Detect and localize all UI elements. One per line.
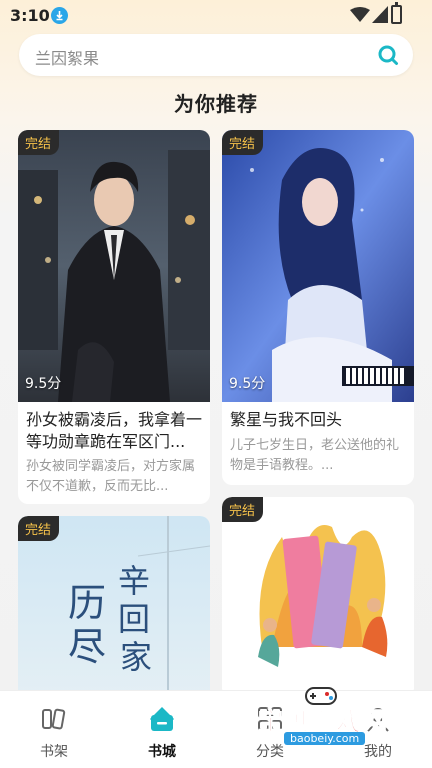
search-icon[interactable] bbox=[377, 44, 399, 66]
book-description: 儿子七岁生日，老公送他的礼物是手语教程。... bbox=[230, 438, 400, 473]
nav-item-bookstore[interactable]: 书城 bbox=[108, 691, 216, 768]
search-input[interactable]: 兰因絮果 bbox=[35, 45, 99, 69]
watermark-url: baobeiy.com bbox=[284, 732, 366, 745]
nav-label[interactable]: 书城 bbox=[108, 741, 216, 761]
book-cover[interactable]: 完结 9.5分 bbox=[222, 130, 414, 402]
status-time: 3:10 bbox=[10, 6, 50, 25]
bookstore-icon[interactable] bbox=[148, 705, 176, 733]
status-badge: 完结 bbox=[222, 130, 264, 155]
book-card[interactable]: 完结 9.5分 繁星与我不回头 儿子七岁生日，老公送他的礼物是手语教程。... bbox=[222, 130, 414, 485]
nav-item-bookshelf[interactable]: 书架 bbox=[0, 691, 108, 768]
search-bar[interactable]: 兰因絮果 bbox=[19, 34, 413, 76]
signal-icon bbox=[372, 6, 388, 23]
watermark: 宝贝游戏网 baobeiy.com bbox=[257, 684, 408, 754]
battery-icon bbox=[391, 2, 402, 24]
book-score: 9.5分 bbox=[229, 376, 266, 392]
bookshelf-icon[interactable] bbox=[40, 705, 68, 733]
book-description: 孙女被同学霸凌后，对方家属不仅不道歉，反而无比... bbox=[26, 459, 196, 494]
book-cover[interactable]: 完结 bbox=[222, 497, 414, 697]
book-cover[interactable]: 完结 9.5分 bbox=[18, 130, 210, 402]
book-score: 9.5分 bbox=[25, 376, 62, 392]
cover-title-char: 家 bbox=[120, 638, 153, 676]
book-title[interactable]: 孙女被霸凌后，我拿着一等功勋章跪在军区门... bbox=[26, 409, 204, 453]
status-badge: 完结 bbox=[18, 130, 60, 155]
book-cover[interactable]: 历 尽 辛 回 家 完结 bbox=[18, 516, 210, 716]
book-title[interactable]: 繁星与我不回头 bbox=[230, 409, 408, 431]
nav-label[interactable]: 书架 bbox=[0, 741, 108, 761]
wifi-icon bbox=[350, 7, 370, 22]
download-notification-icon bbox=[51, 7, 68, 24]
book-card[interactable]: 历 尽 辛 回 家 完结 bbox=[18, 516, 210, 716]
status-badge: 完结 bbox=[18, 516, 60, 541]
book-card[interactable]: 完结 9.5分 孙女被霸凌后，我拿着一等功勋章跪在军区门... 孙女被同学霸凌后… bbox=[18, 130, 210, 504]
book-card[interactable]: 完结 bbox=[222, 497, 414, 697]
section-title: 为你推荐 bbox=[174, 92, 258, 116]
status-bar: 3:10 bbox=[0, 0, 432, 32]
status-badge: 完结 bbox=[222, 497, 264, 522]
cover-title-char: 尽 bbox=[68, 625, 107, 669]
